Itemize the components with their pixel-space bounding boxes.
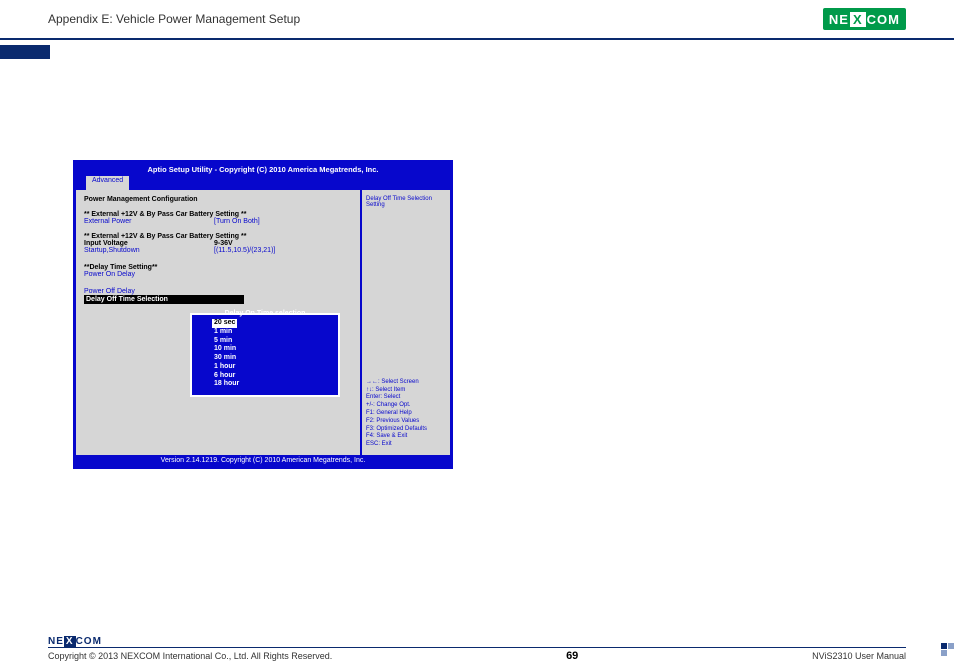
startup-shutdown-row[interactable]: Startup,Shutdown [(11.5,10.5)/(23,21)] (84, 247, 352, 254)
bios-left-pane: Power Management Configuration ** Extern… (76, 190, 360, 455)
popup-option[interactable]: 6 hour (214, 372, 332, 381)
bios-footer: Version 2.14.1219. Copyright (C) 2010 Am… (76, 455, 450, 466)
popup-option[interactable]: 5 min (214, 337, 332, 346)
key-row: →←: Select Screen (366, 379, 446, 387)
startup-shutdown-value: [(11.5,10.5)/(23,21)] (214, 247, 275, 254)
bios-title-bar: Aptio Setup Utility - Copyright (C) 2010… (76, 163, 450, 176)
key-legend: →←: Select Screen ↑↓: Select Item Enter:… (366, 379, 446, 449)
popup-option[interactable]: 30 min (214, 354, 332, 363)
delay-on-time-popup[interactable]: Delay On Time selection 20 sec 1 min 5 m… (190, 313, 340, 397)
key-row: ↑↓: Select Item (366, 387, 446, 395)
footer-copyright: Copyright © 2013 NEXCOM International Co… (48, 651, 332, 661)
key-row: F2: Previous Values (366, 418, 446, 426)
key-row: Enter: Select (366, 394, 446, 402)
page-footer: NEXCOM Copyright © 2013 NEXCOM Internati… (0, 636, 954, 662)
help-text: Delay Off Time Selection Setting (366, 196, 446, 208)
cube-icon (940, 642, 954, 656)
key-row: F3: Optimized Defaults (366, 426, 446, 434)
popup-option[interactable]: 18 hour (214, 380, 332, 389)
appendix-title: Appendix E: Vehicle Power Management Set… (48, 12, 300, 26)
popup-option[interactable]: 1 min (214, 328, 332, 337)
delay-off-time-row-active[interactable]: Delay Off Time Selection (84, 295, 244, 304)
power-on-delay-row[interactable]: Power On Delay (84, 271, 352, 278)
input-voltage-row: Input Voltage 9-36V (84, 240, 352, 247)
startup-shutdown-label: Startup,Shutdown (84, 247, 214, 254)
external-power-value: [Turn On Both] (214, 218, 260, 225)
bios-screenshot: Aptio Setup Utility - Copyright (C) 2010… (73, 160, 453, 469)
group2-heading: ** External +12V & By Pass Car Battery S… (84, 233, 352, 240)
tab-advanced[interactable]: Advanced (86, 176, 129, 190)
key-row: F1: General Help (366, 410, 446, 418)
bios-tab-row: Advanced (76, 176, 450, 190)
header-accent-bar (0, 45, 50, 59)
page-number: 69 (566, 650, 578, 662)
key-row: F4: Save & Exit (366, 433, 446, 441)
footer-logo: NEXCOM (48, 636, 906, 647)
key-row: +/-: Change Opt. (366, 402, 446, 410)
power-off-delay-row[interactable]: Power Off Delay (84, 288, 352, 295)
bios-right-pane: Delay Off Time Selection Setting →←: Sel… (360, 190, 450, 455)
popup-option[interactable]: 10 min (214, 345, 332, 354)
delay-heading: **Delay Time Setting** (84, 264, 352, 271)
external-power-row[interactable]: External Power [Turn On Both] (84, 218, 352, 225)
input-voltage-label: Input Voltage (84, 240, 214, 247)
key-row: ESC: Exit (366, 441, 446, 449)
popup-title: Delay On Time selection (192, 310, 338, 317)
popup-option[interactable]: 1 hour (214, 363, 332, 372)
section-heading: Power Management Configuration (84, 196, 352, 203)
nexcom-logo: NEXCOM (823, 8, 906, 30)
group1-heading: ** External +12V & By Pass Car Battery S… (84, 211, 352, 218)
popup-option[interactable]: 20 sec (212, 319, 237, 328)
external-power-label: External Power (84, 218, 214, 225)
bios-body: Power Management Configuration ** Extern… (76, 190, 450, 455)
footer-manual: NViS2310 User Manual (812, 651, 906, 661)
page-header: Appendix E: Vehicle Power Management Set… (0, 0, 954, 40)
input-voltage-value: 9-36V (214, 240, 233, 247)
